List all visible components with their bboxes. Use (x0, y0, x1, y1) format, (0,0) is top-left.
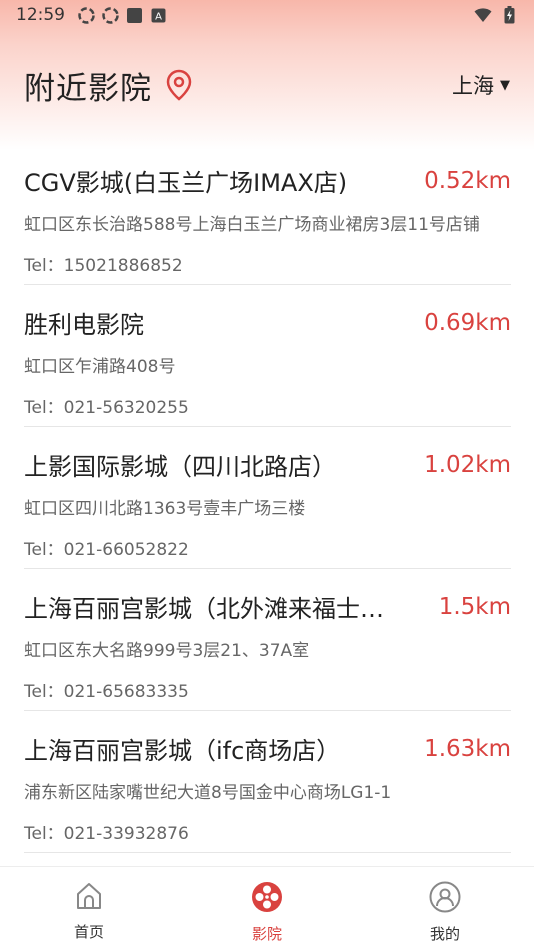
film-reel-icon (251, 881, 283, 917)
cinema-name: 上海百丽宫影城（ifc商场店） (24, 737, 341, 765)
cinema-name: CGV影城(白玉兰广场IMAX店) (24, 169, 348, 197)
cinema-list: CGV影城(白玉兰广场IMAX店) 0.52km 虹口区东长治路588号上海白玉… (24, 143, 511, 853)
page-title: 附近影院 (24, 70, 152, 107)
cinema-distance: 1.5km (438, 593, 511, 620)
tab-home[interactable]: 首页 (0, 867, 178, 951)
cinema-address: 浦东新区陆家嘴世纪大道8号国金中心商场LG1-1 (24, 783, 392, 803)
cinema-phone[interactable]: Tel：021-56320255 (24, 393, 511, 418)
page-header: 附近影院 上海 ▼ (0, 58, 534, 112)
city-label: 上海 (452, 74, 494, 98)
square-icon (125, 6, 143, 24)
tab-cinema-label: 影院 (251, 925, 282, 943)
user-icon (429, 881, 461, 917)
tab-cinema[interactable]: 影院 (178, 867, 356, 951)
cinema-name: 上影国际影城（四川北路店） (24, 453, 336, 481)
cinema-phone[interactable]: Tel：021-33932876 (24, 819, 511, 844)
cinema-address: 虹口区东大名路999号3层21、37A室 (24, 641, 310, 661)
cinema-item[interactable]: 上海百丽宫影城（ifc商场店） 1.63km 浦东新区陆家嘴世纪大道8号国金中心… (24, 711, 511, 853)
cinema-distance: 0.52km (424, 167, 511, 194)
cinema-phone[interactable]: Tel：15021886852 (24, 251, 511, 276)
cinema-address: 虹口区四川北路1363号壹丰广场三楼 (24, 499, 306, 519)
system-icons (474, 6, 518, 24)
cinema-distance: 1.63km (424, 735, 511, 762)
cinema-address: 虹口区乍浦路408号 (24, 357, 176, 377)
location-pin-icon[interactable] (166, 69, 192, 101)
cinema-address: 虹口区东长治路588号上海白玉兰广场商业裙房3层11号店铺 (24, 215, 480, 235)
app-badge-icon: A (149, 6, 167, 24)
sync-icon (77, 6, 95, 24)
cinema-phone[interactable]: Tel：021-65683335 (24, 677, 511, 702)
cinema-distance: 0.69km (424, 309, 511, 336)
cinema-item[interactable]: 上海百丽宫影城（北外滩来福士广场店） 1.5km 虹口区东大名路999号3层21… (24, 569, 511, 711)
city-selector[interactable]: 上海 ▼ (452, 70, 510, 100)
app-badge-letter: A (155, 11, 162, 22)
caret-down-icon: ▼ (500, 77, 510, 93)
tab-profile-label: 我的 (429, 925, 460, 943)
cinema-item[interactable]: 上影国际影城（四川北路店） 1.02km 虹口区四川北路1363号壹丰广场三楼 … (24, 427, 511, 569)
notification-icons: A (77, 6, 167, 24)
tab-profile[interactable]: 我的 (356, 867, 534, 951)
cinema-item[interactable]: CGV影城(白玉兰广场IMAX店) 0.52km 虹口区东长治路588号上海白玉… (24, 143, 511, 285)
wifi-icon (474, 6, 492, 24)
cinema-name: 胜利电影院 (24, 311, 144, 339)
cinema-distance: 1.02km (424, 451, 511, 478)
cinema-phone[interactable]: Tel：021-66052822 (24, 535, 511, 560)
bottom-tab-bar: 首页 影院 我的 (0, 866, 534, 951)
tab-home-label: 首页 (73, 923, 104, 941)
battery-icon (500, 6, 518, 24)
cinema-item[interactable]: 胜利电影院 0.69km 虹口区乍浦路408号 Tel：021-56320255 (24, 285, 511, 427)
status-bar: 12:59 A (0, 0, 534, 30)
sync-icon-2 (101, 6, 119, 24)
status-time: 12:59 (16, 5, 65, 25)
home-icon (74, 881, 104, 915)
cinema-name: 上海百丽宫影城（北外滩来福士广场店） (24, 595, 394, 623)
